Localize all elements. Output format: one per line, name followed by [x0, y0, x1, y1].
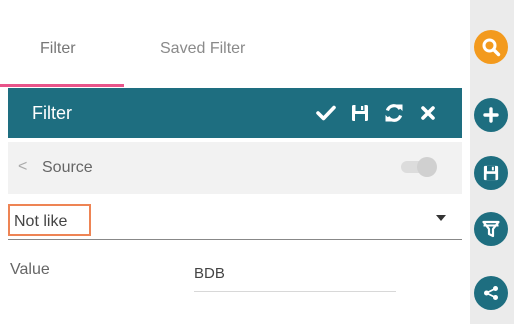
- filter-panel: Filter Saved Filter Filter < Source Not …: [0, 0, 470, 324]
- condition-select[interactable]: Not like: [8, 200, 462, 240]
- caret-down-icon[interactable]: [436, 215, 446, 221]
- share-icon[interactable]: [474, 276, 508, 310]
- tab-saved-filter[interactable]: Saved Filter: [160, 40, 245, 58]
- close-icon[interactable]: [416, 101, 440, 125]
- save-icon[interactable]: [474, 156, 508, 190]
- header-title: Filter: [32, 103, 72, 123]
- check-icon[interactable]: [314, 101, 338, 125]
- refresh-icon[interactable]: [382, 101, 406, 125]
- source-toggle[interactable]: [401, 157, 437, 177]
- filter-header: Filter: [8, 88, 462, 138]
- side-toolbar: [470, 0, 514, 324]
- toggle-knob: [417, 157, 437, 177]
- value-label: Value: [10, 261, 50, 278]
- source-row: < Source: [8, 142, 462, 194]
- condition-highlight: Not like: [8, 204, 91, 236]
- source-label: Source: [42, 159, 93, 176]
- condition-value: Not like: [14, 213, 68, 230]
- value-input[interactable]: [194, 250, 396, 292]
- plus-icon[interactable]: [474, 98, 508, 132]
- chevron-left-icon[interactable]: <: [18, 158, 27, 176]
- search-icon[interactable]: [474, 30, 508, 64]
- save-icon[interactable]: [348, 101, 372, 125]
- active-tab-indicator: [0, 84, 124, 87]
- filter-icon[interactable]: [474, 212, 508, 246]
- tab-bar: Filter Saved Filter: [0, 0, 470, 87]
- tab-filter[interactable]: Filter: [40, 40, 76, 58]
